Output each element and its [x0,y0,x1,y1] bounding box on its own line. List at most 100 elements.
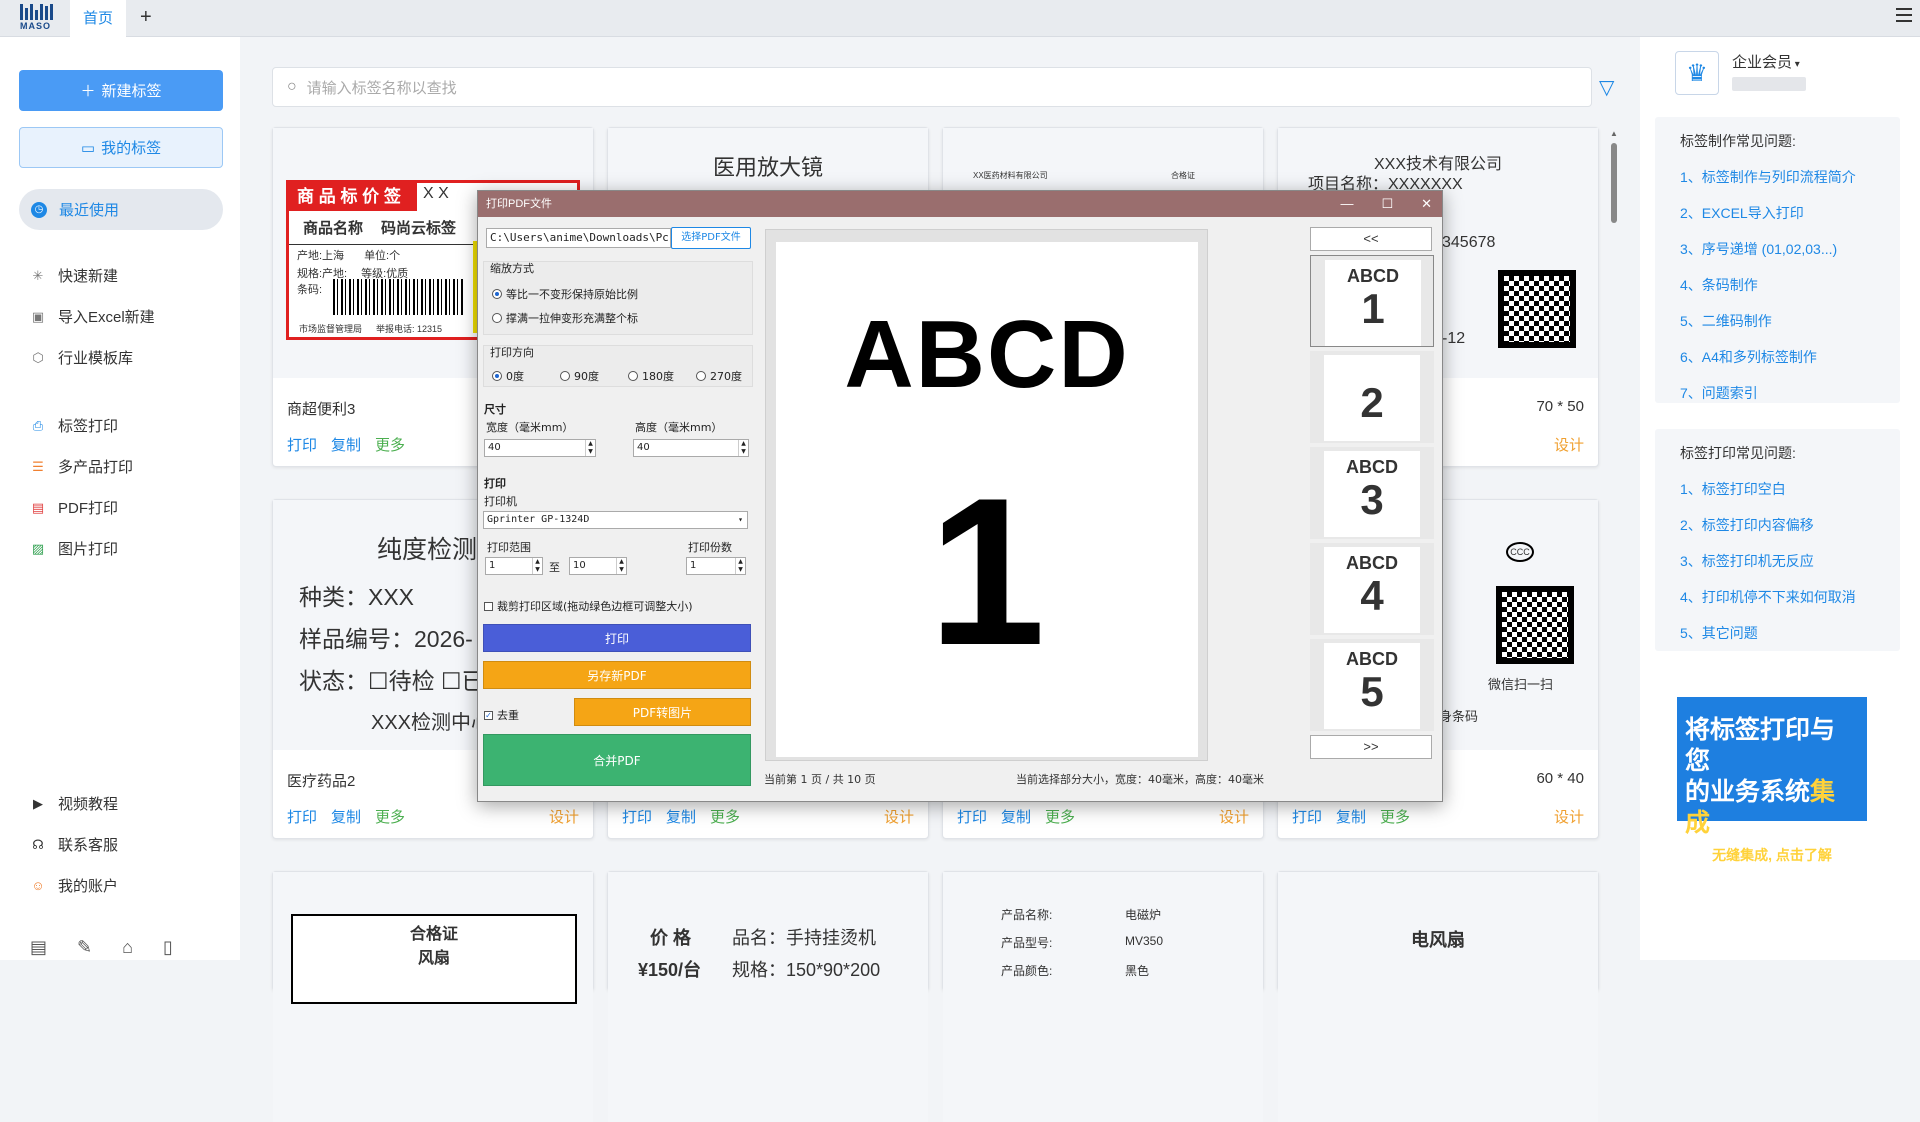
edit-icon[interactable]: ✎ [77,937,92,958]
scale-keep-ratio-radio[interactable]: 等比一不变形保持原始比例 [492,286,638,302]
page-thumbnail[interactable]: ABCD 1 [1310,255,1434,347]
select-pdf-button[interactable]: 选择PDF文件 [671,227,751,249]
faq-link[interactable]: 2、EXCEL导入打印 [1680,203,1900,223]
label-card[interactable]: 价 格 品名：手持挂烫机 ¥150/台 规格：150*90*200 [607,871,929,1122]
faq-link[interactable]: 7、问题索引 [1680,383,1900,403]
page-thumbnail[interactable]: ABCD 5 [1310,639,1434,731]
new-label-button[interactable]: ＋新建标签 [19,70,223,111]
merge-pdf-button[interactable]: 合并PDF [483,734,751,786]
add-tab-button[interactable]: + [140,6,152,29]
sidebar-item-multi-print[interactable]: ☰ 多产品打印 [30,456,133,477]
sidebar-item-account[interactable]: ☺ 我的账户 [30,875,118,896]
faq-link[interactable]: 6、A4和多列标签制作 [1680,347,1900,367]
range-to-spinner[interactable]: ▲ ▼ [616,558,626,574]
copies-input[interactable]: 1 ▲ ▼ [686,557,746,575]
scale-stretch-radio[interactable]: 撑满一拉伸变形充满整个标 [492,310,638,326]
close-icon[interactable]: ✕ [1421,191,1432,217]
more-link[interactable]: 更多 [375,434,405,455]
sidebar-item-templates[interactable]: ⬡ 行业模板库 [30,347,133,368]
label-card[interactable]: 电风扇 [1277,871,1599,1122]
next-page-button[interactable]: >> [1310,735,1432,759]
tab-home[interactable]: 首页 [70,0,126,37]
minimize-icon[interactable]: — [1340,191,1353,217]
document-icon[interactable]: ▤ [30,937,47,958]
copy-link[interactable]: 复制 [666,806,696,827]
faq-link[interactable]: 5、其它问题 [1680,623,1900,643]
copy-link[interactable]: 复制 [331,806,361,827]
label-card[interactable]: 产品名称: 电磁炉 产品型号: MV350 产品颜色: 黑色 [942,871,1264,1122]
range-to-input[interactable]: 10 ▲ ▼ [569,557,627,575]
scrollbar[interactable]: ▲ [1609,129,1619,959]
sidebar-item-video[interactable]: ▶ 视频教程 [30,793,118,814]
crop-area-checkbox[interactable]: 裁剪打印区域(拖动绿色边框可调整大小) [484,598,693,614]
design-link[interactable]: 设计 [1554,434,1584,455]
orientation-0-radio[interactable]: 0度 [492,368,524,384]
page-thumbnail[interactable]: 2 [1310,351,1434,443]
menu-icon[interactable] [1896,8,1912,26]
member-dropdown[interactable]: 企业会员 ▾ [1732,51,1800,72]
design-link[interactable]: 设计 [1554,806,1584,827]
more-link[interactable]: 更多 [1045,806,1075,827]
faq-link[interactable]: 5、二维码制作 [1680,311,1900,331]
printer-select[interactable]: Gprinter GP-1324D ▾ [483,511,748,529]
height-spinner[interactable]: ▲ ▼ [738,440,748,456]
faq-link[interactable]: 1、标签打印空白 [1680,479,1900,499]
dialog-title-bar[interactable]: 打印PDF文件 [478,191,1442,217]
faq-link[interactable]: 4、打印机停不下来如何取消 [1680,587,1900,607]
copy-link[interactable]: 复制 [331,434,361,455]
mobile-icon[interactable]: ▯ [163,937,173,958]
design-link[interactable]: 设计 [884,806,914,827]
filter-icon[interactable]: ▽ [1599,75,1614,100]
recent-button[interactable]: ◷ 最近使用 [19,189,223,230]
sidebar-item-label-print[interactable]: ⎙ 标签打印 [30,415,118,436]
sidebar-item-support[interactable]: ☊ 联系客服 [30,834,118,855]
sidebar-item-pdf-print[interactable]: ▤ PDF打印 [30,497,118,518]
print-link[interactable]: 打印 [287,806,317,827]
orientation-270-radio[interactable]: 270度 [696,368,742,384]
sidebar-item-excel-import[interactable]: ▣ 导入Excel新建 [30,306,155,327]
width-spinner[interactable]: ▲ ▼ [585,440,595,456]
orientation-180-radio[interactable]: 180度 [628,368,674,384]
print-link[interactable]: 打印 [1292,806,1322,827]
sidebar-item-quick-new[interactable]: ✳ 快速新建 [30,265,118,286]
search-input[interactable]: ○ 请输入标签名称以查找 [272,67,1592,107]
faq-link[interactable]: 3、标签打印机无反应 [1680,551,1900,571]
save-new-pdf-button[interactable]: 另存新PDF [483,661,751,689]
orientation-90-radio[interactable]: 90度 [560,368,599,384]
design-link[interactable]: 设计 [1219,806,1249,827]
pdf-to-image-button[interactable]: PDF转图片 [574,698,751,726]
faq-link[interactable]: 3、序号递增 (01,02,03...) [1680,239,1900,259]
sidebar-item-image-print[interactable]: ▨ 图片打印 [30,538,118,559]
print-link[interactable]: 打印 [622,806,652,827]
dedupe-checkbox[interactable]: ✓ 去重 [484,707,519,723]
more-link[interactable]: 更多 [710,806,740,827]
copies-spinner[interactable]: ▲ ▼ [735,558,745,574]
my-labels-button[interactable]: ▭ 我的标签 [19,127,223,168]
page-thumbnail[interactable]: ABCD 3 [1310,447,1434,539]
range-from-input[interactable]: 1 ▲ ▼ [485,557,543,575]
range-from-spinner[interactable]: ▲ ▼ [532,558,542,574]
copy-link[interactable]: 复制 [1336,806,1366,827]
faq-link[interactable]: 1、标签制作与列印流程简介 [1680,167,1900,187]
height-input[interactable]: 40 ▲ ▼ [633,439,749,457]
pdf-path-field[interactable]: C:\Users\anime\Downloads\Pc [486,228,671,248]
faq-link[interactable]: 2、标签打印内容偏移 [1680,515,1900,535]
sidebar: ＋新建标签 ▭ 我的标签 ◷ 最近使用 ✳ 快速新建 ▣ 导入Excel新建 ⬡ 行业模板… [0,37,240,960]
more-link[interactable]: 更多 [1380,806,1410,827]
copy-link[interactable]: 复制 [1001,806,1031,827]
faq-link[interactable]: 4、条码制作 [1680,275,1900,295]
prev-page-button[interactable]: << [1310,227,1432,251]
print-link[interactable]: 打印 [957,806,987,827]
width-input[interactable]: 40 ▲ ▼ [484,439,596,457]
page-thumbnail[interactable]: ABCD 4 [1310,543,1434,635]
maximize-icon[interactable]: ☐ [1381,191,1393,217]
integration-ad-banner[interactable]: 将标签打印与您 的业务系统集成 无缝集成, 点击了解 [1677,697,1867,863]
print-link[interactable]: 打印 [287,434,317,455]
home-icon[interactable]: ⌂ [122,937,133,958]
label-card[interactable]: 合格证 风扇 [272,871,594,1122]
more-link[interactable]: 更多 [375,806,405,827]
pdf-preview[interactable]: ABCD 1 [765,229,1208,761]
print-button[interactable]: 打印 [483,624,751,652]
design-link[interactable]: 设计 [549,806,579,827]
scrollbar-thumb[interactable] [1611,143,1617,223]
